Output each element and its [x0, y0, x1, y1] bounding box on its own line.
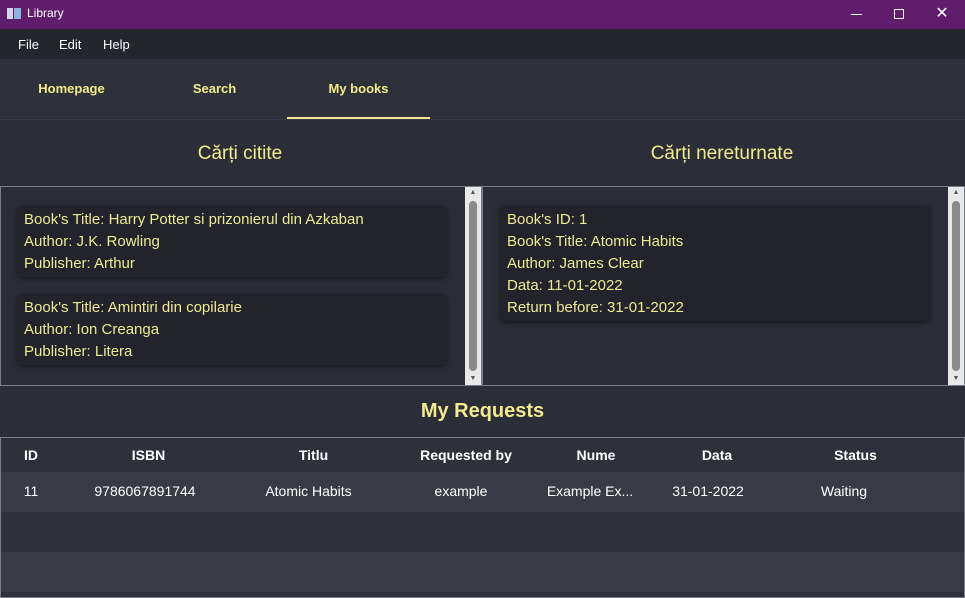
- cell-id: 11: [23, 483, 39, 499]
- cell-isbn: 9786067891744: [94, 483, 196, 499]
- unreturned-books-heading: Cărți nereturnate: [650, 143, 794, 164]
- table-header: ID ISBN Titlu Requested by Nume Data Sta…: [1, 438, 964, 472]
- book-date: Data: 11-01-2022: [507, 277, 623, 294]
- menu-file[interactable]: File: [18, 37, 39, 52]
- column-header-data[interactable]: Data: [651, 447, 783, 463]
- minimize-icon: [851, 14, 862, 15]
- scroll-thumb[interactable]: [952, 201, 960, 371]
- tab-my-books[interactable]: My books: [287, 59, 430, 119]
- book-title: Book's Title: Amintiri din copilarie: [24, 299, 242, 316]
- cell-status: Waiting: [820, 483, 868, 499]
- cell-titlu: Atomic Habits: [265, 483, 352, 499]
- tab-search[interactable]: Search: [143, 59, 286, 119]
- minimize-button[interactable]: [834, 0, 880, 29]
- book-id: Book's ID: 1: [507, 211, 588, 228]
- book-author: Author: James Clear: [507, 255, 644, 272]
- tab-homepage[interactable]: Homepage: [0, 59, 143, 119]
- maximize-icon: [894, 9, 904, 19]
- book-author: Author: J.K. Rowling: [24, 233, 160, 250]
- table-row-empty: [1, 552, 964, 592]
- column-header-nume[interactable]: Nume: [541, 447, 651, 463]
- cell-requested-by: example: [434, 483, 488, 499]
- scroll-up-icon[interactable]: ▲: [465, 187, 481, 199]
- menu-help[interactable]: Help: [103, 37, 130, 52]
- column-header-requested-by[interactable]: Requested by: [391, 447, 541, 463]
- column-header-status[interactable]: Status: [783, 447, 928, 463]
- book-return-date: Return before: 31-01-2022: [507, 299, 684, 316]
- book-author: Author: Ion Creanga: [24, 321, 160, 338]
- book-publisher: Publisher: Litera: [24, 343, 133, 360]
- scroll-down-icon[interactable]: ▼: [465, 373, 481, 385]
- close-button[interactable]: ✕: [919, 0, 965, 29]
- column-header-titlu[interactable]: Titlu: [236, 447, 391, 463]
- column-header-isbn[interactable]: ISBN: [61, 447, 236, 463]
- read-books-scrollbar[interactable]: ▲ ▼: [465, 187, 481, 385]
- app-icon: [7, 8, 21, 19]
- scroll-thumb[interactable]: [469, 201, 477, 371]
- menu-edit[interactable]: Edit: [59, 37, 81, 52]
- read-books-panel[interactable]: Book's Title: Harry Potter si prizonieru…: [0, 186, 482, 386]
- requests-heading: My Requests: [420, 400, 545, 422]
- window-title: Library: [27, 6, 64, 20]
- close-icon: ✕: [935, 5, 949, 22]
- read-book-card[interactable]: Book's Title: Amintiri din copilarie Aut…: [18, 295, 446, 365]
- unreturned-books-scrollbar[interactable]: ▲ ▼: [948, 187, 964, 385]
- book-publisher: Publisher: Arthur: [24, 255, 135, 272]
- read-book-card[interactable]: Book's Title: Harry Potter si prizonieru…: [18, 207, 446, 277]
- tab-bar: Homepage Search My books: [0, 59, 965, 120]
- menu-bar: File Edit Help: [0, 29, 965, 59]
- requests-table[interactable]: ID ISBN Titlu Requested by Nume Data Sta…: [0, 437, 965, 598]
- cell-data: 31-01-2022: [672, 483, 744, 499]
- maximize-button[interactable]: [876, 0, 922, 29]
- unreturned-books-panel[interactable]: Book's ID: 1 Book's Title: Atomic Habits…: [482, 186, 965, 386]
- library-window: Library ✕ File Edit Help Homepage Search…: [0, 0, 965, 598]
- read-books-heading: Cărți citite: [197, 143, 283, 164]
- cell-nume: Example Ex...: [546, 483, 634, 499]
- scroll-down-icon[interactable]: ▼: [948, 373, 964, 385]
- table-row[interactable]: 11 9786067891744 Atomic Habits example E…: [1, 472, 964, 512]
- title-bar[interactable]: Library ✕: [0, 0, 965, 29]
- scroll-up-icon[interactable]: ▲: [948, 187, 964, 199]
- book-title: Book's Title: Atomic Habits: [507, 233, 684, 250]
- column-header-id[interactable]: ID: [1, 447, 61, 463]
- table-row-empty: [1, 512, 964, 552]
- book-title: Book's Title: Harry Potter si prizonieru…: [24, 211, 364, 228]
- unreturned-book-card[interactable]: Book's ID: 1 Book's Title: Atomic Habits…: [501, 207, 929, 321]
